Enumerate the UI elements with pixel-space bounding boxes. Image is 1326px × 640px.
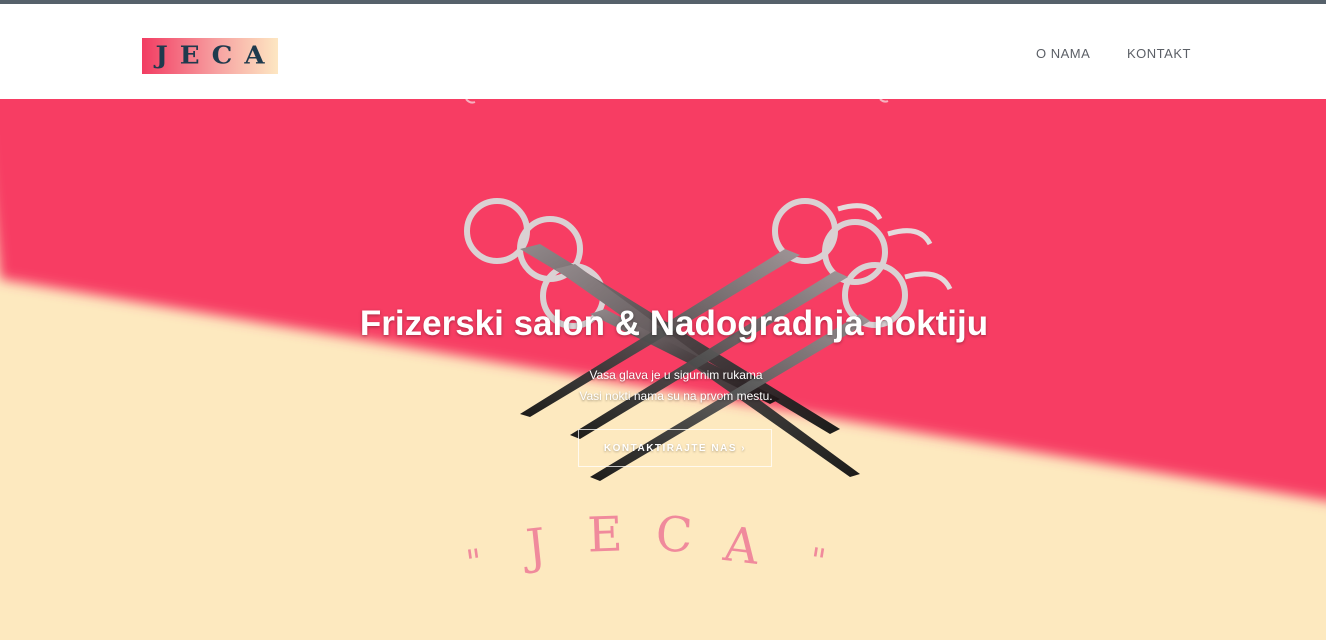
svg-text:C: C <box>654 506 694 564</box>
hero-title: Frizerski salon & Nadogradnja noktiju <box>359 304 989 343</box>
navbar: JECA O NAMA KONTAKT <box>0 4 1326 99</box>
logo-text: JECA <box>155 41 277 71</box>
hero-section: " J E C A " Frizerski salon & Nadogradnj… <box>0 99 1326 640</box>
hero-subtitle-line-2: Vasi nokti nama su na prvom mestu. <box>579 389 773 403</box>
contact-us-button[interactable]: KONTAKTIRAJTE NAS › <box>578 429 772 467</box>
hero-subtitle-line-1: Vasa glava je u sigurnim rukama <box>589 368 763 382</box>
svg-text:E: E <box>586 506 623 563</box>
site-logo[interactable]: JECA <box>142 38 278 74</box>
nav-link-o-nama[interactable]: O NAMA <box>1036 46 1090 61</box>
nav-link-kontakt[interactable]: KONTAKT <box>1127 46 1191 61</box>
